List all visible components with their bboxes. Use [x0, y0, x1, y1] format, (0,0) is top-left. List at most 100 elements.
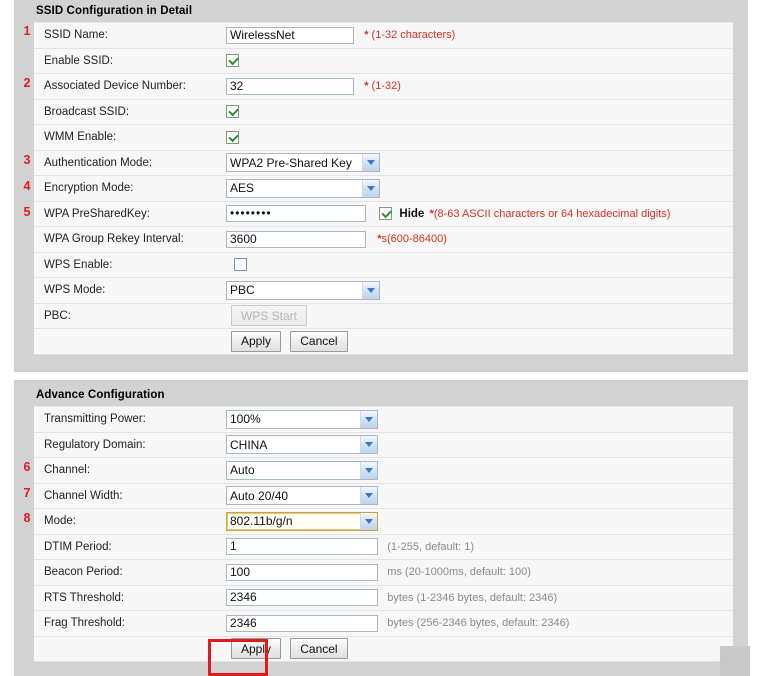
annotation-marker-1: 1: [23, 24, 31, 38]
table-row-advance-actions: Apply Cancel: [34, 635, 733, 662]
dtim-period-input[interactable]: [226, 538, 378, 556]
advance-actions-spacer: [34, 635, 223, 662]
wmm-enable-field-cell: [223, 124, 733, 151]
mode-field-cell: 802.11b/g/n: [223, 508, 733, 535]
advance-settings-table: Transmitting Power: 100% Regulatory Doma…: [34, 406, 733, 662]
mode-label: Mode:: [34, 508, 223, 535]
wps-mode-select-wrapper: PBC: [226, 280, 380, 300]
wpa-group-rekey-interval-input[interactable]: [226, 230, 366, 248]
table-row-wps-enable: WPS Enable:: [34, 251, 733, 278]
rts-threshold-hint: bytes (1-2346 bytes, default: 2346): [387, 591, 558, 604]
authentication-mode-field-cell: WPA2 Pre-Shared Key: [223, 149, 733, 176]
wps-mode-label: WPS Mode:: [34, 277, 223, 304]
channel-select-wrapper: Auto: [226, 460, 378, 480]
enable-ssid-checkbox[interactable]: [226, 54, 239, 68]
encryption-mode-field-cell: AES: [223, 175, 733, 202]
ssid-cancel-button[interactable]: Cancel: [290, 330, 348, 352]
encryption-mode-label: Encryption Mode:: [34, 175, 223, 202]
annotation-marker-5: 5: [23, 205, 31, 219]
table-row-dtim-period: DTIM Period: (1-255, default: 1): [34, 533, 733, 560]
wpa-preshared-key-hint: *(8-63 ASCII characters or 64 hexadecima…: [429, 207, 671, 220]
regulatory-domain-select[interactable]: CHINA: [226, 435, 378, 455]
advance-section-title: Advance Configuration: [34, 384, 730, 406]
wps-mode-field-cell: PBC: [223, 277, 733, 304]
beacon-period-label: Beacon Period:: [34, 559, 223, 586]
advance-apply-button[interactable]: Apply: [231, 638, 282, 660]
beacon-period-field-cell: ms (20-1000ms, default: 100): [223, 559, 733, 586]
associated-device-number-hint-text: (1-32): [371, 80, 401, 93]
authentication-mode-select-wrapper: WPA2 Pre-Shared Key: [226, 153, 380, 173]
annotation-marker-6: 6: [23, 460, 31, 474]
associated-device-number-label: Associated Device Number:: [34, 73, 223, 100]
pbc-field-cell: WPS Start: [223, 302, 733, 329]
regulatory-domain-field-cell: CHINA: [223, 431, 733, 458]
table-row-wpa-preshared-key: WPA PreSharedKey: Hide *(8-63 ASCII char…: [34, 200, 733, 227]
beacon-period-input[interactable]: [226, 563, 378, 581]
wmm-enable-checkbox[interactable]: [226, 130, 239, 144]
ssid-actions-spacer: [34, 328, 223, 355]
transmitting-power-select-wrapper: 100%: [226, 409, 378, 429]
annotation-marker-8: 8: [23, 511, 31, 525]
annotation-marker-2: 2: [23, 76, 31, 90]
broadcast-ssid-checkbox[interactable]: [226, 105, 239, 119]
associated-device-number-input[interactable]: [226, 77, 354, 95]
ssid-name-hint: * (1-32 characters): [364, 29, 456, 42]
channel-label: Channel:: [34, 457, 223, 484]
advance-actions-cell: Apply Cancel: [223, 635, 733, 662]
wps-enable-checkbox[interactable]: [234, 258, 247, 272]
encryption-mode-select-wrapper: AES: [226, 178, 380, 198]
channel-width-select-wrapper: Auto 20/40: [226, 486, 378, 506]
table-row-broadcast-ssid: Broadcast SSID:: [34, 98, 733, 125]
wps-mode-select[interactable]: PBC: [226, 280, 380, 300]
authentication-mode-select[interactable]: WPA2 Pre-Shared Key: [226, 153, 380, 173]
channel-width-select[interactable]: Auto 20/40: [226, 486, 378, 506]
table-row-frag-threshold: Frag Threshold: bytes (256-2346 bytes, d…: [34, 610, 733, 637]
wpa-preshared-key-field-cell: Hide *(8-63 ASCII characters or 64 hexad…: [223, 200, 733, 227]
channel-select[interactable]: Auto: [226, 460, 378, 480]
table-row-associated-device-number: Associated Device Number: * (1-32): [34, 73, 733, 100]
page-left-margin: [0, 0, 14, 676]
authentication-mode-label: Authentication Mode:: [34, 149, 223, 176]
rts-threshold-field-cell: bytes (1-2346 bytes, default: 2346): [223, 584, 733, 611]
table-row-ssid-name: SSID Name: * (1-32 characters): [34, 22, 733, 49]
table-row-channel-width: Channel Width: Auto 20/40: [34, 482, 733, 509]
frag-threshold-input[interactable]: [226, 614, 378, 632]
table-row-regulatory-domain: Regulatory Domain: CHINA: [34, 431, 733, 458]
advance-cancel-button[interactable]: Cancel: [290, 638, 348, 660]
transmitting-power-label: Transmitting Power:: [34, 406, 223, 433]
rts-threshold-input[interactable]: [226, 589, 378, 607]
table-row-wmm-enable: WMM Enable:: [34, 124, 733, 151]
wps-enable-field-cell: [223, 251, 733, 278]
enable-ssid-field-cell: [223, 47, 733, 74]
regulatory-domain-select-wrapper: CHINA: [226, 435, 378, 455]
wpa-group-rekey-interval-hint: *s(600-86400): [377, 233, 447, 246]
mode-select[interactable]: 802.11b/g/n: [226, 511, 378, 531]
dtim-period-hint: (1-255, default: 1): [387, 540, 475, 553]
table-row-rts-threshold: RTS Threshold: bytes (1-2346 bytes, defa…: [34, 584, 733, 611]
table-row-pbc: PBC: WPS Start: [34, 302, 733, 329]
channel-width-field-cell: Auto 20/40: [223, 482, 733, 509]
frag-threshold-field-cell: bytes (256-2346 bytes, default: 2346): [223, 610, 733, 637]
ssid-name-field-cell: * (1-32 characters): [223, 22, 733, 49]
ssid-name-input[interactable]: [226, 26, 354, 44]
ssid-apply-button[interactable]: Apply: [231, 330, 282, 352]
table-row-encryption-mode: Encryption Mode: AES: [34, 175, 733, 202]
table-row-authentication-mode: Authentication Mode: WPA2 Pre-Shared Key: [34, 149, 733, 176]
table-row-transmitting-power: Transmitting Power: 100%: [34, 406, 733, 433]
wpa-preshared-key-input[interactable]: [226, 205, 366, 223]
table-row-ssid-actions: Apply Cancel: [34, 328, 733, 355]
router-wireless-settings-page: SSID Configuration in Detail SSID Name: …: [0, 0, 768, 676]
table-row-beacon-period: Beacon Period: ms (20-1000ms, default: 1…: [34, 559, 733, 586]
hide-password-checkbox[interactable]: [379, 207, 393, 221]
encryption-mode-select[interactable]: AES: [226, 178, 380, 198]
transmitting-power-select[interactable]: 100%: [226, 409, 378, 429]
ssid-actions-cell: Apply Cancel: [223, 328, 733, 355]
table-row-wps-mode: WPS Mode: PBC: [34, 277, 733, 304]
dtim-period-field-cell: (1-255, default: 1): [223, 533, 733, 560]
wps-start-button: WPS Start: [231, 305, 308, 327]
associated-device-number-field-cell: * (1-32): [223, 73, 733, 100]
ssid-name-hint-text: (1-32 characters): [371, 29, 456, 42]
page-right-margin: [748, 0, 768, 676]
hide-password-label: Hide: [399, 207, 425, 220]
enable-ssid-label: Enable SSID:: [34, 47, 223, 74]
